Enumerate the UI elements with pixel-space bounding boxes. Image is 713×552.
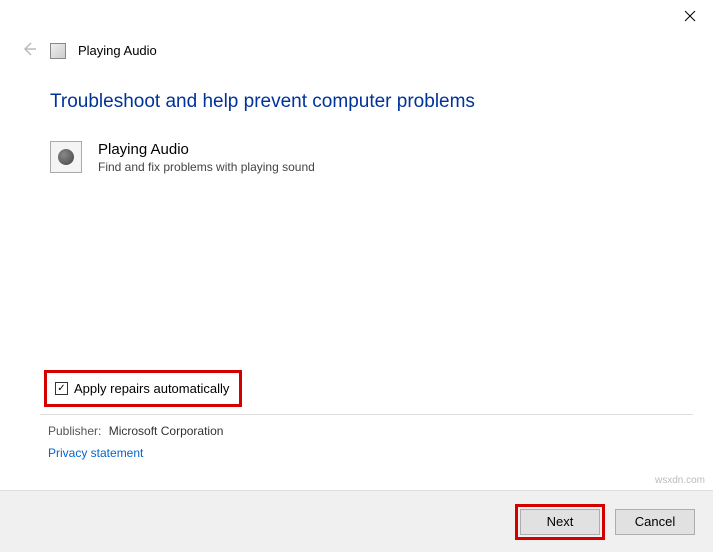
- next-button[interactable]: Next: [520, 509, 600, 535]
- window-title: Playing Audio: [78, 43, 157, 58]
- troubleshooter-description: Find and fix problems with playing sound: [98, 160, 315, 174]
- cancel-button[interactable]: Cancel: [615, 509, 695, 535]
- divider: [40, 414, 693, 415]
- publisher-value: Microsoft Corporation: [109, 424, 224, 438]
- main-heading: Troubleshoot and help prevent computer p…: [50, 91, 663, 113]
- checkmark-icon: ✓: [57, 384, 65, 394]
- header: Playing Audio: [0, 32, 713, 71]
- back-arrow-icon: [20, 40, 38, 58]
- close-button[interactable]: [667, 0, 713, 32]
- troubleshooter-icon: [50, 43, 66, 59]
- troubleshooter-item: Playing Audio Find and fix problems with…: [50, 141, 663, 174]
- close-icon: [684, 10, 696, 22]
- watermark: wsxdn.com: [655, 475, 705, 486]
- apply-repairs-checkbox[interactable]: ✓: [55, 382, 68, 395]
- next-button-highlight: Next: [515, 504, 605, 540]
- back-button: [20, 40, 38, 61]
- content-area: Troubleshoot and help prevent computer p…: [0, 71, 713, 174]
- titlebar: [0, 0, 713, 32]
- button-bar: Next Cancel: [0, 490, 713, 552]
- publisher-info: Publisher: Microsoft Corporation: [48, 424, 223, 438]
- privacy-statement-link[interactable]: Privacy statement: [48, 446, 143, 460]
- apply-repairs-option[interactable]: ✓ Apply repairs automatically: [44, 370, 242, 407]
- apply-repairs-label: Apply repairs automatically: [74, 381, 229, 396]
- audio-icon: [50, 141, 82, 173]
- troubleshooter-title: Playing Audio: [98, 141, 315, 158]
- publisher-label: Publisher:: [48, 424, 101, 438]
